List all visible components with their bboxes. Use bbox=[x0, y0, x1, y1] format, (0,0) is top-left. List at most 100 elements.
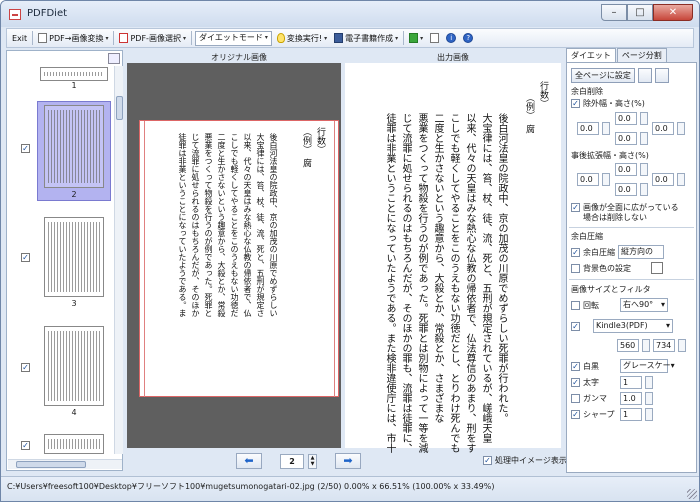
help-button[interactable]: ? bbox=[461, 30, 475, 46]
tab-diet[interactable]: ダイエット bbox=[566, 48, 616, 63]
gamma-input[interactable]: 1.0 bbox=[620, 392, 642, 405]
bw-checkbox[interactable]: ✓ bbox=[571, 361, 580, 371]
bg-color-checkbox[interactable] bbox=[571, 263, 580, 273]
whole-image-row[interactable]: ✓ 画像が全面に広がっている 場合は削除しない bbox=[571, 203, 679, 223]
page-navigation: ⬅ 2 ▲ ▼ ➡ bbox=[236, 453, 361, 469]
original-image-view[interactable]: 行数） （例） 腐 後白河法皇の院政中、京の加茂の川原でめずらしい 大宝律には、… bbox=[127, 63, 341, 448]
spinner[interactable] bbox=[640, 183, 648, 196]
thumbnail-page[interactable] bbox=[44, 217, 104, 297]
device-checkbox[interactable]: ✓ bbox=[571, 321, 580, 331]
thumbnail-checkbox[interactable]: ✓ bbox=[21, 253, 30, 262]
next-page-button[interactable]: ➡ bbox=[335, 453, 361, 469]
bg-color-swatch[interactable] bbox=[651, 262, 663, 274]
spinner[interactable] bbox=[602, 173, 610, 186]
spinner[interactable] bbox=[645, 408, 653, 421]
process-preview-checkbox[interactable]: ✓ bbox=[483, 456, 492, 465]
page-spinner[interactable]: ▲ ▼ bbox=[308, 453, 317, 469]
paste-settings-button[interactable] bbox=[654, 68, 669, 83]
scroll-thumb[interactable] bbox=[16, 461, 86, 468]
spinner[interactable] bbox=[677, 122, 685, 135]
margin-right-input[interactable]: 0.0 bbox=[652, 122, 674, 135]
pdf-to-image-button[interactable]: PDF→画像変換 ▾ bbox=[36, 30, 110, 46]
spinner[interactable] bbox=[640, 132, 648, 145]
margin-bottom-input[interactable]: 0.0 bbox=[615, 132, 637, 145]
expand-top-input[interactable]: 0.0 bbox=[615, 163, 637, 176]
width-input[interactable]: 560 bbox=[617, 339, 639, 352]
compress-checkbox[interactable]: ✓ bbox=[571, 247, 580, 257]
margin-left-field[interactable]: 0.0 bbox=[577, 122, 610, 135]
apply-all-pages-button[interactable]: 全ページに設定 bbox=[571, 68, 635, 83]
tab-page-split[interactable]: ページ分割 bbox=[616, 48, 667, 62]
expand-bottom-field[interactable]: 0.0 bbox=[615, 183, 648, 196]
download-button[interactable]: ▾ bbox=[407, 30, 425, 46]
thumbnail-text-lines bbox=[44, 72, 104, 76]
margin-top-input[interactable]: 0.0 bbox=[615, 112, 637, 125]
expand-top-field[interactable]: 0.0 bbox=[615, 163, 648, 176]
expand-right-field[interactable]: 0.0 bbox=[652, 173, 685, 186]
page-number-input[interactable]: 2 bbox=[280, 453, 304, 469]
compress-direction-select[interactable]: 縦方向の bbox=[618, 245, 664, 259]
spinner[interactable] bbox=[645, 376, 653, 389]
pdf-to-image-label: PDF→画像変換 bbox=[49, 33, 104, 43]
expand-left-field[interactable]: 0.0 bbox=[577, 173, 610, 186]
spinner[interactable] bbox=[640, 163, 648, 176]
except-row[interactable]: ✓ 除外幅・高さ(%) bbox=[571, 98, 645, 109]
spinner[interactable] bbox=[642, 339, 650, 352]
rotate-checkbox[interactable] bbox=[571, 300, 580, 310]
prev-page-button[interactable]: ⬅ bbox=[236, 453, 262, 469]
sharp-checkbox[interactable]: ✓ bbox=[571, 410, 580, 419]
checkbox-tool-button[interactable] bbox=[428, 30, 441, 46]
margin-left-input[interactable]: 0.0 bbox=[577, 122, 599, 135]
sharp-input[interactable]: 1 bbox=[620, 408, 642, 421]
maximize-button[interactable]: □ bbox=[627, 4, 653, 21]
spinner[interactable] bbox=[678, 339, 686, 352]
process-preview-toggle[interactable]: ✓ 処理中イメージ表示 bbox=[483, 455, 567, 466]
grayscale-select[interactable]: グレースケー ▾ bbox=[620, 359, 675, 373]
height-input[interactable]: 734 bbox=[653, 339, 675, 352]
margin-top-field[interactable]: 0.0 bbox=[615, 112, 648, 125]
thumbnail-page[interactable] bbox=[44, 105, 104, 188]
ebook-button[interactable]: 電子書籍作成 ▾ bbox=[332, 30, 400, 46]
mode-select[interactable]: ダイエットモード ▾ bbox=[194, 30, 272, 46]
resize-label: 画像サイズとフィルタ bbox=[571, 285, 651, 294]
pdf-image-select-label: PDF-画像選択 bbox=[130, 33, 181, 43]
minimize-button[interactable]: – bbox=[601, 4, 627, 21]
expand-right-input[interactable]: 0.0 bbox=[652, 173, 674, 186]
spinner[interactable] bbox=[645, 392, 653, 405]
thumbnail-page[interactable] bbox=[44, 434, 104, 454]
pdf-image-select-button[interactable]: PDF-画像選択 ▾ bbox=[117, 30, 188, 46]
thumbnail-horizontal-scrollbar[interactable] bbox=[8, 459, 122, 469]
margin-bottom-field[interactable]: 0.0 bbox=[615, 132, 648, 145]
app-window: PDFDiet – □ ✕ Exit PDF→画像変換 ▾ PDF-画像選択 ▾… bbox=[0, 0, 700, 502]
spinner[interactable] bbox=[602, 122, 610, 135]
thumbnail-page[interactable] bbox=[40, 67, 108, 81]
expand-bottom-input[interactable]: 0.0 bbox=[615, 183, 637, 196]
close-button[interactable]: ✕ bbox=[653, 4, 693, 21]
rotate-direction-select[interactable]: 右へ90° ▾ bbox=[620, 298, 668, 312]
margin-right-field[interactable]: 0.0 bbox=[652, 122, 685, 135]
gamma-checkbox[interactable] bbox=[571, 394, 580, 403]
resize-grip-icon[interactable] bbox=[687, 489, 697, 499]
grid-view-icon[interactable] bbox=[108, 53, 120, 64]
thumbnail-checkbox[interactable]: ✓ bbox=[21, 363, 30, 372]
whole-image-checkbox[interactable]: ✓ bbox=[571, 203, 580, 212]
thumbnail-scrollbar[interactable] bbox=[114, 66, 123, 454]
bold-input[interactable]: 1 bbox=[620, 376, 642, 389]
info-button[interactable]: i bbox=[444, 30, 458, 46]
spinner[interactable] bbox=[640, 112, 648, 125]
except-checkbox[interactable]: ✓ bbox=[571, 99, 580, 108]
expand-label: 事後拡張幅・高さ(%) bbox=[571, 151, 649, 160]
spinner[interactable] bbox=[677, 173, 685, 186]
device-select[interactable]: Kindle3(PDF) ▾ bbox=[593, 319, 673, 333]
thumbnail-checkbox[interactable]: ✓ bbox=[21, 144, 30, 153]
bold-checkbox[interactable]: ✓ bbox=[571, 378, 580, 387]
output-image-view[interactable]: 行数） （例） 腐 後白河法皇の院政中、京の加茂の川原でめずらしい死罪が行われた… bbox=[345, 63, 561, 453]
run-button[interactable]: 変換実行! ▾ bbox=[275, 30, 329, 46]
scroll-thumb[interactable] bbox=[116, 96, 123, 120]
copy-settings-button[interactable] bbox=[637, 68, 652, 83]
expand-left-input[interactable]: 0.0 bbox=[577, 173, 599, 186]
thumbnail-checkbox[interactable]: ✓ bbox=[21, 441, 30, 450]
exit-button[interactable]: Exit bbox=[10, 30, 29, 46]
pdf-icon bbox=[119, 33, 129, 43]
thumbnail-page[interactable] bbox=[44, 326, 104, 406]
